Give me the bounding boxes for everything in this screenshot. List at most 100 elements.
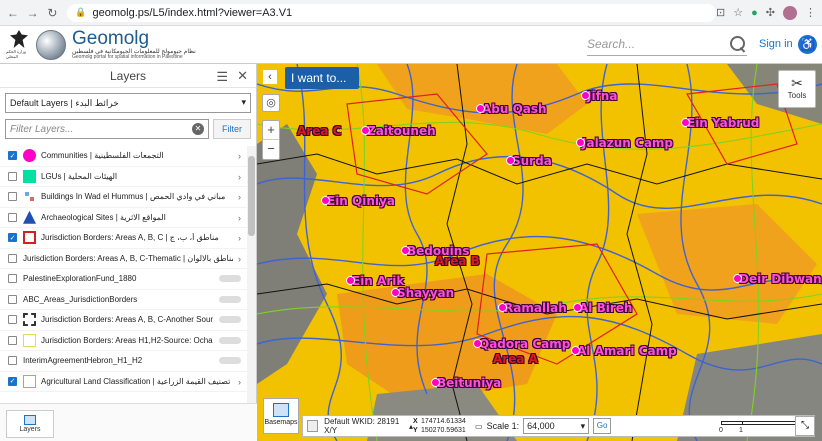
community-marker[interactable] — [321, 196, 330, 205]
map-place-label[interactable]: Qadora Camp — [479, 337, 570, 351]
layer-checkbox[interactable] — [8, 294, 17, 304]
i-want-to-button[interactable]: I want to... — [285, 67, 359, 89]
community-marker[interactable] — [391, 288, 400, 297]
wkid-selector[interactable]: Default WKID: 28191 X/Y ▴ — [303, 417, 413, 435]
brand[interactable]: Geomolg نظام جيومولج للمعلومات الجيومكان… — [72, 29, 196, 60]
community-marker[interactable] — [431, 378, 440, 387]
layer-checkbox[interactable] — [8, 212, 17, 222]
opacity-slider[interactable] — [219, 336, 241, 344]
map-place-label[interactable]: Jalazun Camp — [582, 136, 673, 150]
chevron-right-icon[interactable]: › — [238, 254, 241, 264]
layer-row[interactable]: PalestineExplorationFund_1880 — [0, 269, 247, 290]
locate-icon[interactable]: ◎ — [262, 94, 280, 112]
opacity-slider[interactable] — [219, 275, 241, 282]
chevron-right-icon[interactable]: › — [238, 192, 241, 202]
community-marker[interactable] — [476, 104, 485, 113]
community-marker[interactable] — [571, 346, 580, 355]
layer-row[interactable]: ✓ Jurisdiction Borders: Areas A, B, C | م… — [0, 228, 247, 249]
clear-icon[interactable]: ✕ — [192, 123, 204, 135]
sign-in-link[interactable]: Sign in — [759, 38, 793, 50]
chevron-right-icon[interactable]: › — [238, 233, 241, 243]
community-marker[interactable] — [473, 339, 482, 348]
layer-checkbox[interactable]: ✓ — [8, 376, 17, 386]
map-place-label[interactable]: Deir Dibwan — [739, 272, 822, 286]
search-input[interactable]: Search... — [587, 37, 729, 51]
community-marker[interactable] — [681, 118, 690, 127]
layer-checkbox[interactable]: ✓ — [8, 233, 17, 243]
opacity-slider[interactable] — [219, 357, 241, 364]
community-marker[interactable] — [733, 274, 742, 283]
community-marker[interactable] — [576, 138, 585, 147]
map-place-label[interactable]: Abu Qash — [482, 102, 547, 116]
more-icon[interactable]: ⋮ — [805, 6, 816, 19]
opacity-slider[interactable] — [219, 316, 241, 323]
map-place-label[interactable]: Ein Yabrud — [687, 116, 759, 130]
theme-select[interactable]: Default Layers | خرائط البدء ▾ — [5, 93, 251, 113]
community-marker[interactable] — [506, 156, 515, 165]
opacity-slider[interactable] — [219, 295, 241, 303]
search-box[interactable]: Search... — [587, 32, 747, 56]
layer-row[interactable]: ABC_Areas_JurisdictionBorders — [0, 290, 247, 310]
map-place-label[interactable]: Jifna — [587, 89, 617, 103]
layer-checkbox[interactable] — [8, 315, 17, 325]
search-icon[interactable] — [729, 35, 747, 53]
accessibility-icon[interactable]: ♿ — [798, 35, 817, 54]
layer-checkbox[interactable]: ✓ — [8, 151, 17, 161]
zoom-out-button[interactable]: − — [263, 140, 279, 159]
extension-icon[interactable]: ● — [751, 7, 758, 19]
collapse-panel-icon[interactable]: ‹ — [263, 70, 277, 84]
basemaps-button[interactable]: Basemaps — [263, 398, 299, 434]
layer-row[interactable]: Jurisdiction Borders: Areas A, B, C-Anot… — [0, 310, 247, 331]
layer-row[interactable]: ✓ Communities | التجمعات الفلسطينية › — [0, 146, 247, 167]
back-icon[interactable]: ← — [6, 6, 20, 20]
chevron-right-icon[interactable]: › — [238, 151, 241, 161]
community-marker[interactable] — [346, 276, 355, 285]
map-place-label[interactable]: Zaitouneh — [367, 124, 436, 138]
chevron-right-icon[interactable]: › — [238, 377, 241, 387]
map-place-label[interactable]: Area C — [297, 124, 341, 138]
community-marker[interactable] — [573, 303, 582, 312]
layers-button[interactable]: Layers — [6, 410, 54, 438]
reload-icon[interactable]: ↻ — [46, 6, 60, 20]
close-icon[interactable]: ✕ — [237, 68, 248, 84]
map-place-label[interactable]: Ramallah — [504, 301, 567, 315]
map-place-label[interactable]: Ein Qiniya — [327, 194, 395, 208]
menu-icon[interactable]: ☰ — [216, 69, 228, 85]
layer-checkbox[interactable] — [8, 192, 17, 202]
layer-checkbox[interactable] — [8, 356, 17, 366]
scrollbar-thumb[interactable] — [248, 156, 255, 236]
community-marker[interactable] — [401, 246, 410, 255]
map-place-label[interactable]: Area A — [493, 352, 538, 366]
address-bar[interactable]: 🔒 geomolg.ps/L5/index.html?viewer=A3.V1 — [67, 3, 717, 22]
avatar[interactable] — [783, 5, 798, 20]
layer-row[interactable]: Archaeological Sites | المواقع الاثرية › — [0, 208, 247, 228]
map-place-label[interactable]: Beituniya — [437, 376, 501, 390]
scale-select[interactable]: 64,000 — [523, 418, 590, 434]
expand-icon[interactable]: ⤡ — [795, 416, 815, 436]
filter-button[interactable]: Filter — [213, 119, 251, 139]
community-marker[interactable] — [361, 126, 370, 135]
map-place-label[interactable]: Ein Arik — [352, 274, 404, 288]
layer-checkbox[interactable] — [8, 274, 17, 284]
layer-list-scrollbar[interactable] — [247, 146, 256, 404]
layer-checkbox[interactable] — [8, 335, 17, 345]
puzzle-icon[interactable]: ✣ — [766, 6, 775, 19]
layer-row[interactable]: InterimAgreementHebron_H1_H2 — [0, 351, 247, 372]
map-place-label[interactable]: Al Bireh — [579, 301, 632, 315]
map-place-label[interactable]: Al Amari Camp — [577, 344, 677, 358]
map-place-label[interactable]: Area B — [435, 254, 480, 268]
map-place-label[interactable]: Shayyan — [397, 286, 454, 300]
chevron-right-icon[interactable]: › — [238, 213, 241, 223]
layer-row[interactable]: Jurisdiction Borders: Areas H1,H2-Source… — [0, 331, 247, 351]
go-button[interactable]: Go — [593, 418, 612, 434]
layer-row[interactable]: LGUs | الهيئات المحلية › — [0, 167, 247, 187]
community-marker[interactable] — [498, 303, 507, 312]
chevron-right-icon[interactable]: › — [238, 172, 241, 182]
tools-button[interactable]: ✂ Tools — [778, 70, 816, 108]
layer-row[interactable]: Jurisdiction Borders: Areas A, B, C-Them… — [0, 249, 247, 269]
star-icon[interactable]: ☆ — [733, 6, 743, 19]
layer-row[interactable]: Buildings In Wad el Hummus | مباني في وا… — [0, 187, 247, 208]
community-marker[interactable] — [581, 91, 590, 100]
layer-checkbox[interactable] — [8, 253, 17, 263]
share-icon[interactable]: ⊡ — [716, 6, 725, 19]
